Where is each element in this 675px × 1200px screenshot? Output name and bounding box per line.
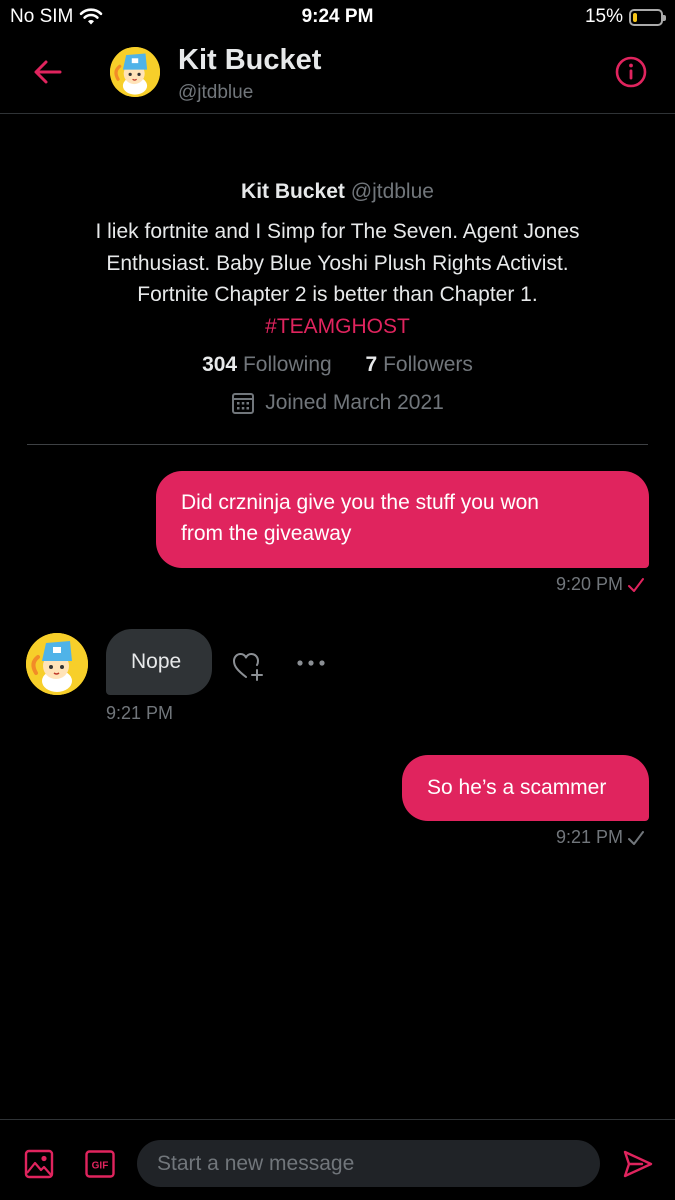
gif-label: GIF: [92, 1161, 109, 1172]
followers-count: 7: [365, 352, 378, 376]
status-bar: No SIM 9:24 PM 15%: [0, 0, 675, 36]
bio-hashtag-link[interactable]: #TEAMGHOST: [0, 311, 675, 342]
battery-icon: [629, 8, 666, 26]
followers-label: Followers: [383, 352, 473, 376]
message-input[interactable]: [137, 1140, 600, 1187]
sent-check-icon: [628, 577, 644, 592]
add-reaction-heart-icon[interactable]: [231, 649, 265, 683]
more-options-icon[interactable]: [296, 656, 326, 670]
profile-divider: [27, 444, 648, 445]
joined-date-row: Joined March 2021: [0, 388, 675, 418]
send-icon[interactable]: [622, 1148, 654, 1180]
message-time: 9:20 PM: [555, 574, 623, 594]
outgoing-message-bubble[interactable]: Did crzninja give you the stuff you won …: [156, 471, 649, 568]
battery-fill: [633, 12, 637, 22]
following-label: Following: [242, 352, 332, 376]
gif-button[interactable]: GIF: [85, 1150, 115, 1178]
message-text-line: So he’s a scammer: [427, 776, 607, 799]
back-arrow-icon[interactable]: [30, 56, 66, 88]
message-text-line: Did crzninja give you the stuff you won: [181, 491, 539, 514]
profile-summary: Kit Bucket @jtdblue I liek fortnite and …: [0, 178, 675, 418]
outgoing-message-bubble[interactable]: So he’s a scammer: [402, 755, 649, 821]
profile-handle[interactable]: @jtdblue: [351, 180, 434, 203]
followers-stat[interactable]: 7 Followers: [366, 350, 473, 380]
message-time: 9:21 PM: [555, 827, 623, 847]
gif-icon: GIF: [85, 1150, 115, 1178]
profile-stats: 304 Following 7 Followers: [0, 350, 675, 380]
header-display-name[interactable]: Kit Bucket: [178, 44, 321, 77]
following-stat[interactable]: 304 Following: [202, 350, 332, 380]
status-right: 15%: [584, 6, 666, 28]
profile-bio: I liek fortnite and I Simp for The Seven…: [43, 216, 633, 311]
following-count: 304: [202, 352, 238, 376]
dm-conversation-screen: No SIM 9:24 PM 15% Kit Bucket @jtdblue K…: [0, 0, 675, 1200]
header-avatar[interactable]: [110, 47, 160, 97]
message-text-line: Nope: [131, 650, 182, 673]
sent-check-icon: [628, 830, 644, 845]
battery-percent: 15%: [584, 6, 623, 27]
bio-line: Enthusiast. Baby Blue Yoshi Plush Rights…: [106, 251, 569, 275]
incoming-message-bubble[interactable]: Nope: [106, 629, 212, 695]
sender-avatar[interactable]: [26, 633, 88, 695]
conversation-header: Kit Bucket @jtdblue: [0, 36, 675, 114]
image-icon[interactable]: [24, 1149, 54, 1179]
profile-name-line: Kit Bucket @jtdblue: [0, 178, 675, 206]
joined-date: Joined March 2021: [265, 390, 444, 414]
bio-line: I liek fortnite and I Simp for The Seven…: [95, 220, 580, 243]
message-time: 9:21 PM: [106, 703, 174, 723]
message-meta: 9:20 PM: [556, 574, 645, 595]
avatar-image: [26, 633, 88, 695]
message-meta: 9:21 PM: [106, 703, 173, 724]
avatar-image: [110, 47, 160, 97]
calendar-icon: [232, 392, 255, 414]
info-icon[interactable]: [615, 56, 647, 88]
bio-line: Fortnite Chapter 2 is better than Chapte…: [137, 283, 538, 306]
message-composer: GIF: [0, 1119, 675, 1200]
profile-display-name[interactable]: Kit Bucket: [241, 180, 345, 203]
message-text-line: from the giveaway: [181, 522, 352, 545]
status-time: 9:24 PM: [301, 6, 374, 27]
header-handle[interactable]: @jtdblue: [178, 82, 253, 104]
message-meta: 9:21 PM: [556, 827, 645, 848]
